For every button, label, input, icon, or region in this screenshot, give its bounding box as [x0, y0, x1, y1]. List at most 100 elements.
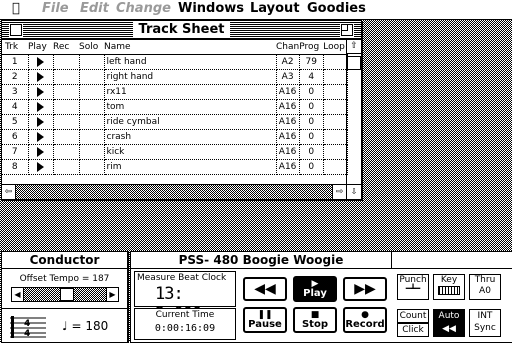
- track-name[interactable]: rim: [104, 159, 277, 175]
- pause-button[interactable]: ❚❚ Pause: [243, 307, 287, 333]
- track-sheet-titlebar[interactable]: Track Sheet: [2, 21, 361, 40]
- play-toggle[interactable]: [28, 99, 54, 115]
- track-channel[interactable]: A16: [276, 99, 300, 115]
- scroll-up-arrow-icon[interactable]: ⇧: [347, 40, 361, 54]
- track-name[interactable]: rx11: [104, 84, 277, 100]
- solo-toggle[interactable]: [79, 54, 105, 70]
- solo-toggle[interactable]: [79, 144, 105, 160]
- loop-toggle[interactable]: [323, 114, 348, 130]
- loop-toggle[interactable]: [323, 99, 348, 115]
- rec-toggle[interactable]: [53, 159, 80, 175]
- solo-toggle[interactable]: [79, 129, 105, 145]
- play-toggle[interactable]: [28, 129, 54, 145]
- rec-toggle[interactable]: [53, 114, 80, 130]
- track-program[interactable]: 0: [299, 144, 324, 160]
- close-box-icon[interactable]: [10, 24, 22, 36]
- track-name[interactable]: tom: [104, 99, 277, 115]
- rec-toggle[interactable]: [53, 144, 80, 160]
- scroll-left-arrow-icon[interactable]: ⇦: [2, 185, 16, 199]
- track-program[interactable]: 4: [299, 69, 324, 85]
- track-channel[interactable]: A2: [276, 54, 300, 70]
- track-program[interactable]: 0: [299, 114, 324, 130]
- loop-toggle[interactable]: [323, 69, 348, 85]
- loop-toggle[interactable]: [323, 159, 348, 175]
- solo-toggle[interactable]: [79, 99, 105, 115]
- loop-toggle[interactable]: [323, 144, 348, 160]
- track-program[interactable]: 0: [299, 159, 324, 175]
- track-row[interactable]: 7 kick A16 0: [2, 144, 348, 160]
- menu-file[interactable]: File: [42, 1, 69, 16]
- track-program[interactable]: 0: [299, 129, 324, 145]
- scroll-down-arrow-icon[interactable]: ⇩: [346, 184, 361, 199]
- rec-toggle[interactable]: [53, 69, 80, 85]
- track-name[interactable]: crash: [104, 129, 277, 145]
- play-toggle[interactable]: [28, 144, 54, 160]
- loop-toggle[interactable]: [323, 129, 348, 145]
- loop-toggle[interactable]: [323, 84, 348, 100]
- time-signature-staff-icon[interactable]: 4 4: [10, 316, 46, 338]
- punch-button[interactable]: Punch ━┻━: [397, 274, 429, 300]
- track-row[interactable]: 3 rx11 A16 0: [2, 84, 348, 100]
- track-channel[interactable]: A3: [276, 69, 300, 85]
- track-channel[interactable]: A16: [276, 84, 300, 100]
- slider-thumb[interactable]: [60, 288, 74, 301]
- track-name[interactable]: ride cymbal: [104, 114, 277, 130]
- slider-right-arrow-icon[interactable]: ▶: [106, 288, 118, 301]
- solo-toggle[interactable]: [79, 84, 105, 100]
- loop-toggle[interactable]: [323, 54, 348, 70]
- track-name[interactable]: kick: [104, 144, 277, 160]
- play-toggle[interactable]: [28, 69, 54, 85]
- play-toggle[interactable]: [28, 54, 54, 70]
- key-button[interactable]: Key: [433, 274, 465, 300]
- play-button[interactable]: ▶ Play: [293, 276, 337, 302]
- vertical-scroll-thumb[interactable]: [347, 56, 361, 70]
- track-channel[interactable]: A16: [276, 129, 300, 145]
- menu-edit[interactable]: Edit: [80, 1, 109, 16]
- rewind-button[interactable]: ◀◀: [243, 277, 287, 301]
- track-channel[interactable]: A16: [276, 144, 300, 160]
- track-row[interactable]: 8 rim A16 0: [2, 159, 348, 175]
- scroll-right-arrow-icon[interactable]: ⇨: [332, 185, 346, 199]
- rec-toggle[interactable]: [53, 54, 80, 70]
- track-row[interactable]: 2 right hand A3 4: [2, 69, 348, 85]
- stop-button[interactable]: ■ Stop: [293, 307, 337, 333]
- offset-tempo-slider[interactable]: ◀ ▶: [11, 287, 119, 302]
- play-toggle[interactable]: [28, 84, 54, 100]
- fast-forward-button[interactable]: ▶▶: [343, 277, 387, 301]
- menu-change[interactable]: Change: [116, 1, 171, 16]
- count-button[interactable]: Count: [397, 309, 429, 323]
- vertical-scrollbar[interactable]: ⇧: [346, 40, 361, 184]
- menu-layout[interactable]: Layout: [250, 1, 300, 16]
- track-row[interactable]: 4 tom A16 0: [2, 99, 348, 115]
- apple-menu-icon[interactable]: : [12, 1, 20, 16]
- rec-toggle[interactable]: [53, 129, 80, 145]
- play-toggle[interactable]: [28, 114, 54, 130]
- slider-left-arrow-icon[interactable]: ◀: [12, 288, 24, 301]
- menu-goodies[interactable]: Goodies: [307, 1, 366, 16]
- sync-button[interactable]: INT Sync: [469, 309, 501, 337]
- track-program[interactable]: 0: [299, 99, 324, 115]
- track-row[interactable]: 6 crash A16 0: [2, 129, 348, 145]
- rec-toggle[interactable]: [53, 99, 80, 115]
- track-name[interactable]: right hand: [104, 69, 277, 85]
- thru-button[interactable]: Thru A0: [469, 274, 501, 300]
- menu-windows[interactable]: Windows: [178, 1, 244, 16]
- auto-rewind-button[interactable]: Auto ◀◀: [433, 309, 465, 337]
- track-program[interactable]: 0: [299, 84, 324, 100]
- track-channel[interactable]: A16: [276, 159, 300, 175]
- track-program[interactable]: 79: [299, 54, 324, 70]
- tempo-readout[interactable]: ♩ = 180: [62, 318, 108, 334]
- solo-toggle[interactable]: [79, 159, 105, 175]
- click-button[interactable]: Click: [397, 323, 429, 337]
- record-button[interactable]: ● Record: [343, 307, 387, 333]
- track-row[interactable]: 1 left hand A2 79: [2, 54, 348, 70]
- track-name[interactable]: left hand: [104, 54, 277, 70]
- solo-toggle[interactable]: [79, 114, 105, 130]
- track-channel[interactable]: A16: [276, 114, 300, 130]
- zoom-box-icon[interactable]: [341, 24, 353, 36]
- rec-toggle[interactable]: [53, 84, 80, 100]
- horizontal-scrollbar[interactable]: ⇦ ⇨: [2, 184, 346, 199]
- track-row[interactable]: 5 ride cymbal A16 0: [2, 114, 348, 130]
- position-counter[interactable]: Measure Beat Clock 13: 3:000: [134, 271, 236, 324]
- play-toggle[interactable]: [28, 159, 54, 175]
